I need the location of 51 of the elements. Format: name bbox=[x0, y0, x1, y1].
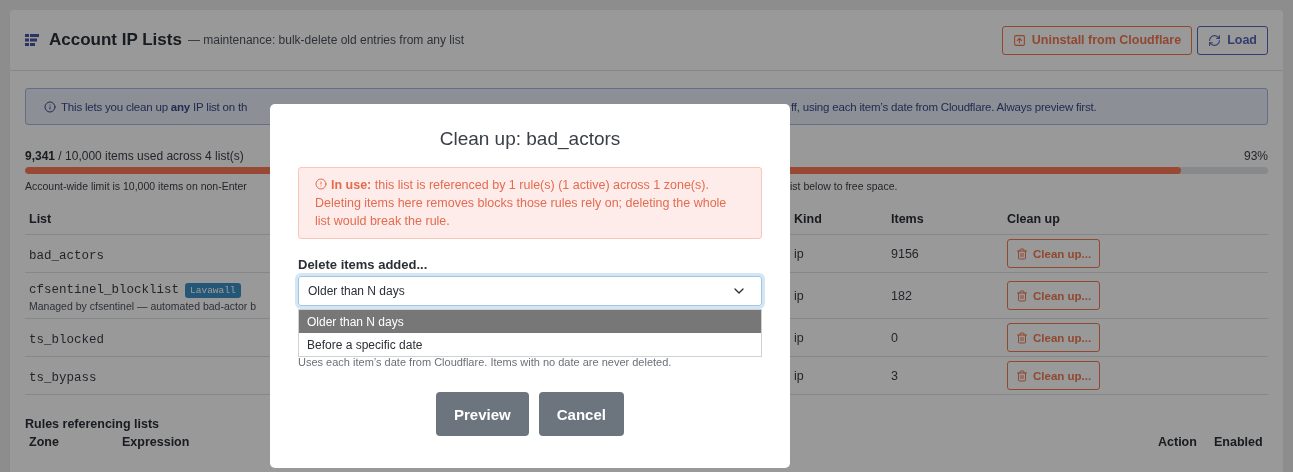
alert-icon bbox=[315, 178, 327, 190]
column-header: Action bbox=[1158, 435, 1198, 449]
clean-up-button[interactable]: Clean up... bbox=[1007, 281, 1101, 310]
uninstall-button[interactable]: Uninstall from Cloudflare bbox=[1001, 25, 1193, 55]
column-header: Items bbox=[887, 212, 1003, 235]
info-text: This lets you clean up any IP list on th bbox=[61, 100, 248, 113]
trash-icon bbox=[1016, 247, 1028, 260]
usage-summary: 9,341 / 10,000 items used across 4 list(s) bbox=[25, 149, 245, 163]
limit-note: ist below to free space. bbox=[790, 180, 899, 192]
clean-up-button[interactable]: Clean up... bbox=[1007, 323, 1101, 352]
table-cell-text: ip bbox=[794, 246, 805, 261]
modal-title: Clean up: bad_actors bbox=[438, 128, 622, 150]
upload-box-icon bbox=[1012, 33, 1026, 47]
limit-note: Account-wide limit is 10,000 items on non-Enter bbox=[25, 180, 248, 192]
table-cell-text: 9156 bbox=[891, 246, 920, 261]
trash-icon bbox=[1016, 331, 1028, 344]
table-cell-text: 3 bbox=[891, 368, 899, 383]
table-cell-text: ip bbox=[794, 368, 805, 383]
column-header: Zone bbox=[29, 435, 60, 449]
page-subtitle: — maintenance: bulk-delete old entries from any list bbox=[187, 33, 465, 47]
list-icon bbox=[25, 34, 39, 46]
dropdown-option[interactable]: Older than N days bbox=[299, 310, 761, 333]
info-text: ff, using each item’s date from Cloudflare. Always preview first. bbox=[791, 100, 1097, 113]
preview-button[interactable]: Preview bbox=[436, 392, 529, 436]
section-title: Rules referencing lists bbox=[25, 417, 161, 431]
column-header: Clean up bbox=[1003, 212, 1268, 235]
list-description: Managed by cfsentinel — automated bad-actor b bbox=[29, 300, 258, 312]
table-cell-text: ip bbox=[794, 288, 805, 303]
trash-icon bbox=[1016, 369, 1028, 382]
column-header: Expression bbox=[122, 435, 191, 449]
table-cell-text: 0 bbox=[891, 330, 899, 345]
clean-up-button[interactable]: Clean up... bbox=[1007, 361, 1101, 390]
select-field[interactable]: Older than N days bbox=[298, 276, 762, 306]
trash-icon bbox=[1016, 289, 1028, 302]
list-name: cfsentinel_blocklist bbox=[29, 283, 180, 297]
page-title: Account IP Lists bbox=[49, 30, 182, 50]
load-button[interactable]: Load bbox=[1197, 25, 1268, 55]
list-name: ts_bypass bbox=[29, 370, 97, 385]
field-label: Delete items added... bbox=[298, 257, 429, 272]
list-name: bad_actors bbox=[29, 248, 104, 263]
table-cell-text: 182 bbox=[891, 288, 913, 303]
refresh-icon bbox=[1208, 33, 1222, 47]
hint-text: Uses each item’s date from Cloudflare. Items with no date are never deleted. bbox=[298, 356, 673, 368]
info-icon bbox=[44, 100, 56, 113]
cancel-button[interactable]: Cancel bbox=[538, 392, 624, 436]
list-badge: Lavawall bbox=[185, 283, 241, 298]
column-header: Enabled bbox=[1214, 435, 1264, 449]
table-cell-text: ip bbox=[794, 330, 805, 345]
usage-percent: 93% bbox=[1243, 149, 1268, 163]
list-name: ts_blocked bbox=[29, 332, 104, 347]
clean-up-button[interactable]: Clean up... bbox=[1007, 239, 1101, 268]
